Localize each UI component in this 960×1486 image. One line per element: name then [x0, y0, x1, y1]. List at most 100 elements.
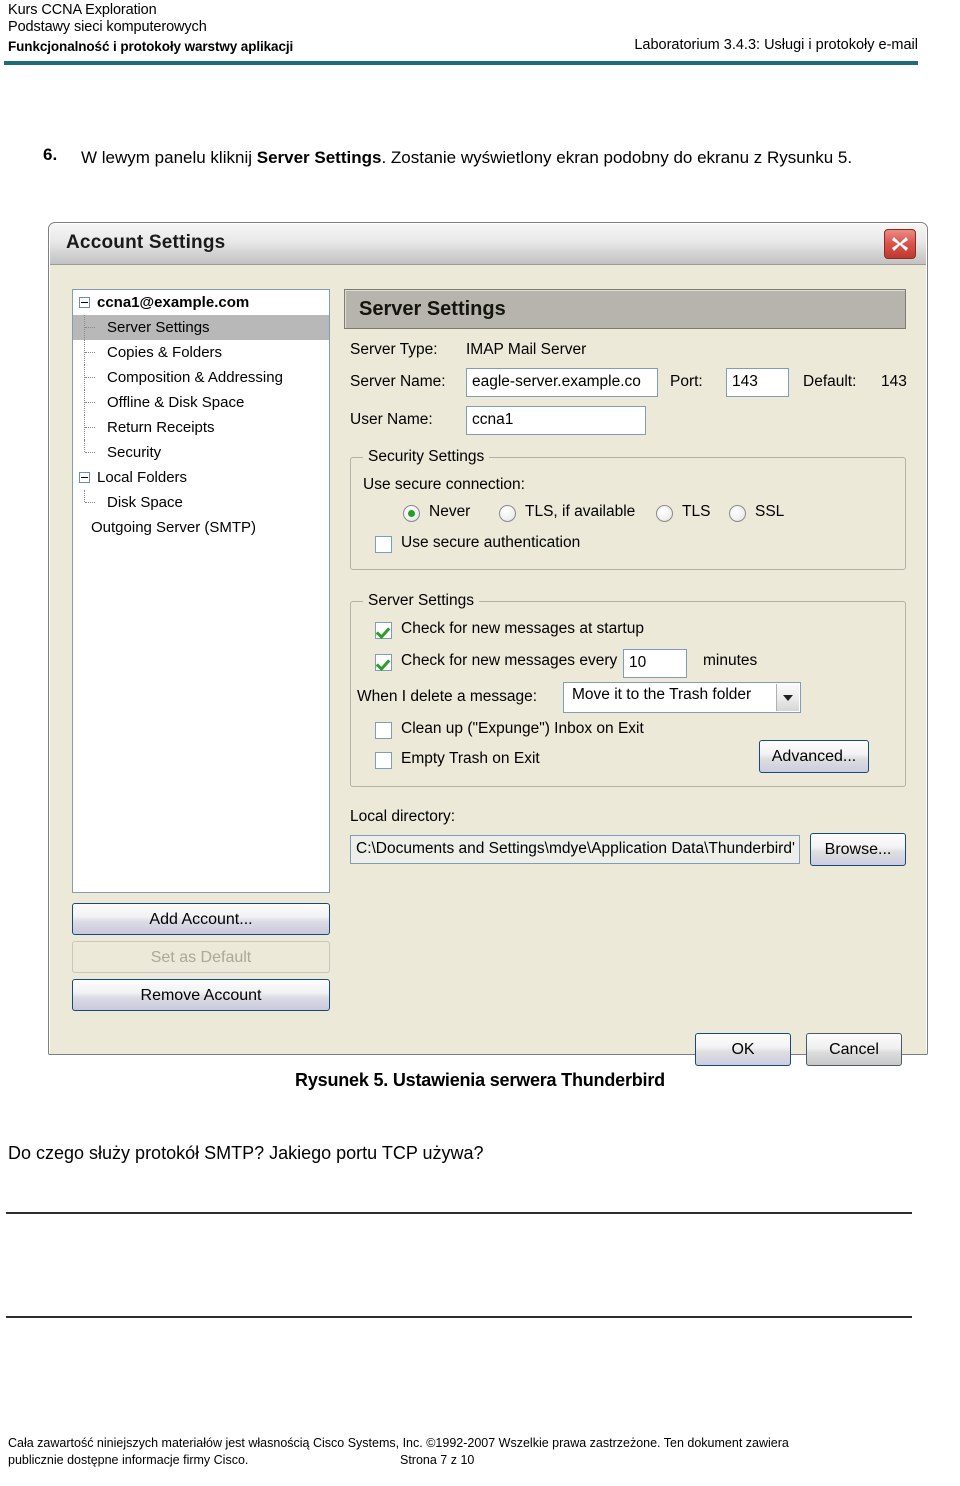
tree-elbow — [85, 402, 95, 403]
header-chapter-title: Funkcjonalność i protokoły warstwy aplik… — [8, 39, 294, 54]
tree-guide-line — [84, 440, 86, 452]
port-input[interactable]: 143 — [726, 368, 789, 397]
radio-ssl[interactable] — [729, 505, 746, 522]
tree-elbow — [85, 427, 95, 428]
tree-item-account[interactable]: ccna1@example.com — [73, 290, 329, 315]
cleanup-expunge-label[interactable]: Clean up ("Expunge") Inbox on Exit — [401, 720, 644, 738]
page-footer: Cała zawartość niniejszych materiałów je… — [8, 1435, 952, 1469]
when-delete-value: Move it to the Trash folder — [572, 686, 752, 703]
dialog-title: Account Settings — [66, 232, 226, 253]
browse-button[interactable]: Browse... — [810, 833, 906, 866]
tree-guide-line — [84, 490, 86, 502]
tree-elbow — [85, 327, 95, 328]
close-icon[interactable] — [884, 229, 916, 259]
page-header: Kurs CCNA Exploration Podstawy sieci kom… — [0, 0, 960, 65]
minutes-label: minutes — [703, 652, 758, 669]
server-settings-group: Server Settings Check for new messages a… — [350, 592, 906, 787]
tree-item-label: Local Folders — [97, 469, 188, 486]
page-number: Strona 7 z 10 — [400, 1453, 475, 1467]
server-name-input[interactable]: eagle-server.example.co — [466, 368, 658, 397]
checkbox-check-every[interactable] — [375, 654, 392, 671]
pane-header: Server Settings — [344, 289, 906, 329]
dialog-body: ccna1@example.com Server Settings Copies… — [50, 265, 926, 1066]
check-interval-input[interactable]: 10 — [623, 649, 687, 678]
footer-copyright-line-1: Cała zawartość niniejszych materiałów je… — [8, 1436, 789, 1450]
collapse-icon[interactable] — [79, 297, 90, 308]
tree-item-composition-addressing[interactable]: Composition & Addressing — [73, 365, 329, 390]
cancel-button-label: Cancel — [829, 1041, 879, 1058]
set-as-default-label: Set as Default — [150, 949, 252, 966]
tree-item-label: Outgoing Server (SMTP) — [91, 519, 257, 536]
tree-item-copies-folders[interactable]: Copies & Folders — [73, 340, 329, 365]
tree-item-offline-disk-space[interactable]: Offline & Disk Space — [73, 390, 329, 415]
collapse-icon[interactable] — [79, 472, 90, 483]
question-text: Do czego służy protokół SMTP? Jakiego po… — [8, 1143, 484, 1163]
checkbox-check-at-startup[interactable] — [375, 622, 392, 639]
tree-elbow — [85, 352, 95, 353]
advanced-button-label: Advanced... — [771, 748, 857, 765]
radio-tls-label[interactable]: TLS — [682, 503, 710, 521]
add-account-button[interactable]: Add Account... — [72, 903, 330, 935]
user-name-label: User Name: — [350, 411, 433, 428]
default-port-value: 143 — [881, 373, 907, 390]
header-lab-title: Laboratorium 3.4.3: Usługi i protokoły e… — [634, 37, 918, 53]
footer-copyright-line-2: publicznie dostępne informacje firmy Cis… — [8, 1453, 249, 1467]
tree-elbow — [85, 452, 95, 453]
security-settings-group-title: Security Settings — [363, 448, 490, 466]
step-number: 6. — [43, 145, 58, 164]
tree-item-label: ccna1@example.com — [97, 294, 250, 311]
account-settings-dialog: Account Settings ccna1@example.com Serve… — [48, 222, 928, 1066]
server-settings-pane: Server Settings Server Type: IMAP Mail S… — [344, 289, 907, 866]
instruction-step: 6. W lewym panelu kliknij Server Setting… — [43, 145, 923, 170]
advanced-button[interactable]: Advanced... — [759, 740, 869, 773]
tree-item-disk-space[interactable]: Disk Space — [73, 490, 329, 515]
ok-button-label: OK — [731, 1041, 755, 1058]
cancel-button[interactable]: Cancel — [806, 1033, 902, 1066]
use-secure-authentication-label[interactable]: Use secure authentication — [401, 534, 580, 552]
step-text-part2: . Zostanie wyświetlony ekran podobny do … — [381, 148, 853, 167]
checkbox-use-secure-authentication[interactable] — [375, 536, 392, 553]
chevron-down-icon[interactable] — [776, 684, 799, 711]
port-label: Port: — [670, 373, 703, 390]
browse-button-label: Browse... — [824, 841, 892, 858]
step-text: W lewym panelu kliknij Server Settings. … — [81, 145, 923, 170]
tree-item-label: Return Receipts — [107, 419, 215, 436]
answer-line-2 — [6, 1316, 912, 1318]
radio-never-label[interactable]: Never — [429, 503, 470, 521]
tree-elbow — [85, 502, 95, 503]
checkbox-empty-trash-on-exit[interactable] — [375, 752, 392, 769]
account-tree[interactable]: ccna1@example.com Server Settings Copies… — [72, 289, 330, 893]
ok-button[interactable]: OK — [695, 1033, 791, 1066]
add-account-label: Add Account... — [149, 911, 253, 928]
radio-never[interactable] — [403, 505, 420, 522]
radio-tls-if-available-label[interactable]: TLS, if available — [525, 503, 635, 521]
figure-caption: Rysunek 5. Ustawienia serwera Thunderbir… — [295, 1070, 665, 1090]
answer-line-1 — [6, 1212, 912, 1214]
tree-item-security[interactable]: Security — [73, 440, 329, 465]
tree-item-local-folders[interactable]: Local Folders — [73, 465, 329, 490]
radio-tls[interactable] — [656, 505, 673, 522]
when-delete-dropdown[interactable]: Move it to the Trash folder — [563, 682, 801, 713]
dialog-titlebar[interactable]: Account Settings — [50, 224, 926, 265]
local-directory-input[interactable]: C:\Documents and Settings\mdye\Applicati… — [350, 835, 800, 864]
radio-ssl-label[interactable]: SSL — [755, 503, 784, 521]
check-at-startup-label[interactable]: Check for new messages at startup — [401, 620, 644, 638]
check-every-label[interactable]: Check for new messages every — [401, 652, 617, 670]
tree-item-label: Disk Space — [107, 494, 183, 511]
checkbox-cleanup-expunge[interactable] — [375, 722, 392, 739]
tree-item-label: Server Settings — [107, 319, 210, 336]
tree-item-label: Offline & Disk Space — [107, 394, 245, 411]
tree-item-return-receipts[interactable]: Return Receipts — [73, 415, 329, 440]
server-type-value: IMAP Mail Server — [466, 341, 587, 358]
tree-item-outgoing-server[interactable]: Outgoing Server (SMTP) — [73, 515, 329, 540]
step-text-part1: W lewym panelu kliknij — [81, 148, 257, 167]
header-course-title: Kurs CCNA Exploration — [8, 2, 157, 18]
server-name-label: Server Name: — [350, 373, 446, 390]
tree-elbow — [85, 377, 95, 378]
radio-tls-if-available[interactable] — [499, 505, 516, 522]
security-settings-group: Security Settings Use secure connection:… — [350, 448, 906, 570]
user-name-input[interactable]: ccna1 — [466, 406, 646, 435]
empty-trash-on-exit-label[interactable]: Empty Trash on Exit — [401, 750, 540, 768]
tree-item-server-settings[interactable]: Server Settings — [73, 315, 329, 340]
remove-account-button[interactable]: Remove Account — [72, 979, 330, 1011]
